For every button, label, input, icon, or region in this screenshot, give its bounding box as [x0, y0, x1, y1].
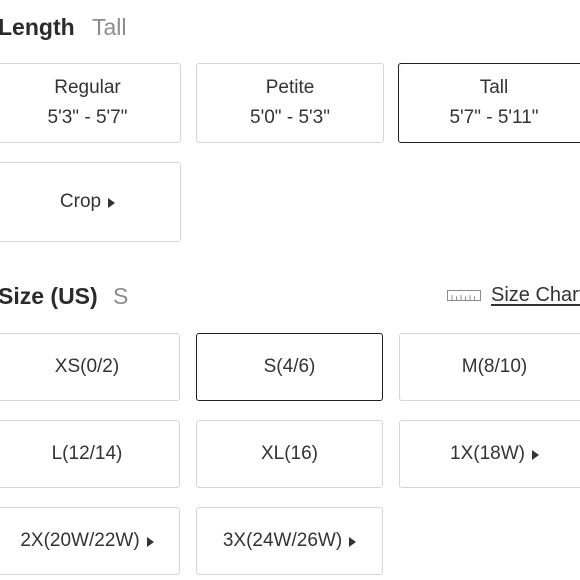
length-option-label: Tall — [479, 77, 509, 98]
length-option-tall[interactable]: Tall 5'7" - 5'11" — [398, 63, 580, 143]
size-option-xl[interactable]: XL(16) — [196, 420, 383, 488]
size-option-label: XS(0/2) — [54, 356, 120, 377]
length-selected-value: Tall — [92, 14, 127, 40]
length-option-petite[interactable]: Petite 5'0" - 5'3" — [196, 63, 384, 143]
size-option-m[interactable]: M(8/10) — [399, 333, 580, 401]
size-option-label: 1X(18W) — [450, 443, 525, 464]
size-option-label: L(12/14) — [51, 443, 123, 464]
play-triangle-icon — [146, 536, 154, 547]
size-option-label: S(4/6) — [263, 356, 316, 377]
ruler-icon — [447, 290, 481, 301]
length-option-crop[interactable]: Crop — [0, 162, 181, 242]
size-section-title: Size (US) — [0, 283, 98, 309]
size-option-l[interactable]: L(12/14) — [0, 420, 180, 488]
size-chart-label: Size Chart — [491, 284, 580, 306]
size-option-s[interactable]: S(4/6) — [196, 333, 383, 401]
play-triangle-icon — [531, 449, 539, 460]
size-option-xs[interactable]: XS(0/2) — [0, 333, 180, 401]
length-option-label: Crop — [59, 191, 102, 212]
size-option-2x[interactable]: 2X(20W/22W) — [0, 507, 180, 575]
size-option-label: XL(16) — [260, 443, 319, 464]
length-option-regular[interactable]: Regular 5'3" - 5'7" — [0, 63, 181, 143]
length-option-range: 5'7" - 5'11" — [449, 107, 539, 128]
size-option-1x[interactable]: 1X(18W) — [399, 420, 580, 488]
size-selected-value: S — [113, 283, 129, 309]
play-triangle-icon — [108, 197, 116, 208]
length-option-range: 5'0" - 5'3" — [250, 107, 330, 128]
play-triangle-icon — [349, 536, 357, 547]
size-option-label: 2X(20W/22W) — [20, 530, 140, 551]
size-chart-link[interactable]: Size Chart — [447, 284, 580, 307]
length-option-label: Petite — [265, 77, 315, 98]
length-option-label: Regular — [54, 77, 121, 98]
size-option-label: 3X(24W/26W) — [222, 530, 343, 551]
size-option-label: M(8/10) — [461, 356, 528, 377]
length-option-range: 5'3" - 5'7" — [47, 107, 128, 128]
length-section-title: Length — [0, 14, 75, 40]
size-option-3x[interactable]: 3X(24W/26W) — [196, 507, 383, 575]
